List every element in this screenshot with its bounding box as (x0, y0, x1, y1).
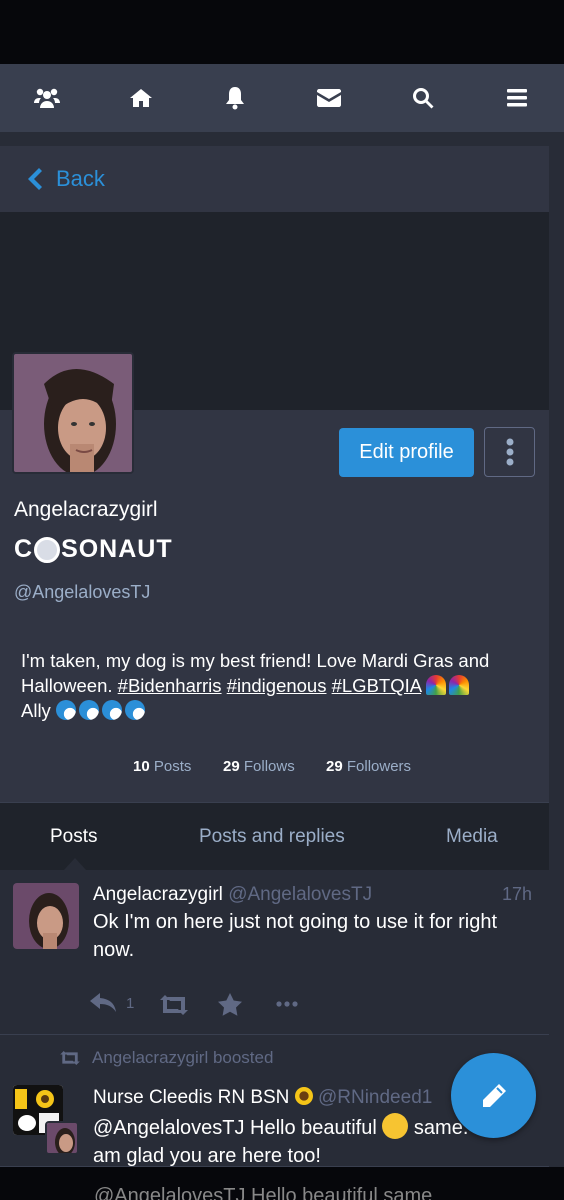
nav-home-button[interactable] (94, 64, 188, 132)
pencil-icon (482, 1083, 506, 1107)
top-navigation (0, 64, 564, 132)
envelope-icon (317, 89, 341, 107)
status-item[interactable]: Angelacrazygirl @AngelalovesTJ 17h Ok I'… (0, 870, 549, 1035)
edit-profile-label: Edit profile (359, 441, 454, 463)
follows-count-link[interactable]: 29 Follows (223, 758, 295, 775)
rainbow-emoji-icon (449, 675, 470, 695)
profile-avatar[interactable] (12, 352, 134, 474)
bio-line-1: I'm taken, my dog is my best friend! Lov… (21, 650, 490, 671)
nav-messages-button[interactable] (282, 64, 376, 132)
posts-count: 10 (133, 758, 150, 775)
heart-eyes-emoji-icon (382, 1113, 409, 1139)
wave-emoji-icon (101, 700, 122, 720)
home-icon (130, 89, 152, 107)
posts-count-link[interactable]: 10 Posts (133, 758, 191, 775)
astronaut-helmet-icon (34, 536, 61, 563)
badge-text-left: C (14, 535, 34, 563)
tab-media[interactable]: Media (446, 826, 498, 848)
posts-count-label: Posts (153, 758, 192, 775)
nav-notifications-button[interactable] (188, 64, 282, 132)
back-label: Back (56, 166, 105, 191)
bell-icon (226, 87, 244, 110)
partial-status-text: @AngelalovesTJ Hello beautiful same (94, 1185, 433, 1200)
followers-count-label: Followers (346, 758, 412, 775)
bio-line-2: Halloween. #Bidenharris #indigenous #LGB… (21, 673, 521, 698)
reply-button[interactable]: 1 (90, 993, 134, 1013)
status-display-name: Angelacrazygirl (93, 884, 223, 905)
status-avatar[interactable] (13, 883, 79, 949)
tab-posts-and-replies[interactable]: Posts and replies (199, 826, 345, 848)
nav-search-button[interactable] (376, 64, 470, 132)
system-status-bar (0, 0, 564, 64)
status-more-button[interactable] (276, 1001, 298, 1007)
tab-posts[interactable]: Posts (50, 826, 98, 848)
scrollbar-track[interactable] (549, 146, 564, 1167)
status-content-part1: @AngelalovesTJ Hello beautiful (93, 1117, 377, 1139)
nav-people-button[interactable] (0, 64, 94, 132)
avatar-photo (14, 354, 132, 472)
status-display-name: Nurse Cleedis RN BSN (93, 1087, 290, 1108)
system-navigation-bar: @AngelalovesTJ Hello beautiful same (0, 1167, 564, 1200)
follows-count-label: Follows (243, 758, 295, 775)
reply-icon (90, 993, 116, 1012)
back-button[interactable]: Back (0, 146, 549, 212)
boosted-by-text[interactable]: Angelacrazygirl boosted (92, 1048, 273, 1068)
boosted-by-line: Angelacrazygirl boosted (60, 1048, 273, 1068)
vertical-ellipsis-icon (506, 438, 513, 466)
hashtag-link[interactable]: #LGBTQIA (332, 675, 421, 696)
badge-text-right: SONAUT (61, 535, 173, 563)
horizontal-ellipsis-icon (276, 1001, 298, 1007)
bio-line-3: Ally (21, 698, 521, 723)
wave-emoji-icon (78, 700, 99, 720)
wave-emoji-icon (55, 700, 76, 720)
reply-count: 1 (126, 994, 135, 1012)
star-icon (218, 993, 242, 1016)
boost-button[interactable] (160, 995, 188, 1015)
active-tab-indicator (64, 858, 86, 870)
favourite-button[interactable] (218, 993, 242, 1016)
status-content: Ok I'm on here just not going to use it … (93, 911, 498, 961)
nav-menu-button[interactable] (470, 64, 564, 132)
edit-profile-button[interactable]: Edit profile (339, 428, 474, 477)
profile-handle: @AngelalovesTJ (14, 582, 151, 602)
wave-emoji-icon (124, 700, 145, 720)
retweet-icon (160, 995, 188, 1015)
rainbow-emoji-icon (426, 675, 447, 695)
compose-button[interactable] (451, 1053, 536, 1138)
booster-avatar[interactable] (45, 1121, 79, 1155)
avatar-photo (47, 1123, 77, 1153)
profile-bio: I'm taken, my dog is my best friend! Lov… (21, 648, 521, 723)
bio-text: Halloween. (21, 675, 118, 696)
search-icon (413, 88, 434, 109)
follows-count: 29 (223, 758, 240, 775)
retweet-icon (60, 1051, 80, 1065)
status-author[interactable]: Nurse Cleedis RN BSN @RNindeed1 (93, 1087, 432, 1109)
status-handle: @AngelalovesTJ (228, 884, 373, 905)
status-handle: @RNindeed1 (317, 1087, 433, 1108)
hashtag-link[interactable]: #Bidenharris (118, 675, 222, 696)
chevron-left-icon (28, 168, 42, 190)
followers-count-link[interactable]: 29 Followers (326, 758, 411, 775)
cosonaut-badge: C SONAUT (14, 535, 173, 564)
people-icon (34, 88, 60, 108)
sunflower-emoji-icon (294, 1087, 313, 1105)
avatar-photo (13, 883, 79, 949)
profile-more-button[interactable] (484, 427, 535, 477)
bio-ally-text: Ally (21, 700, 51, 721)
status-timestamp[interactable]: 17h (502, 884, 532, 905)
status-author[interactable]: Angelacrazygirl @AngelalovesTJ (93, 884, 372, 906)
status-content-line2: am glad you are here too! (93, 1145, 321, 1167)
profile-display-name: Angelacrazygirl (14, 498, 158, 521)
hashtag-link[interactable]: #indigenous (227, 675, 327, 696)
menu-icon (507, 89, 527, 107)
followers-count: 29 (326, 758, 343, 775)
